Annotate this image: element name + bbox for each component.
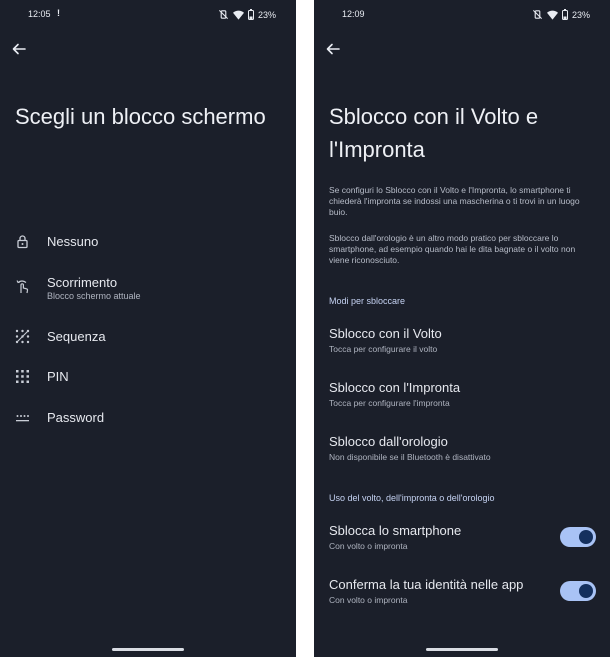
screen-lock-chooser: 12:05 ! 23% Scegli un blocco schermo Nes… <box>0 0 296 657</box>
battery-icon <box>247 9 254 20</box>
face-unlock-label: Sblocco con il Volto <box>329 326 442 341</box>
unlock-phone-subtitle: Con volto o impronta <box>329 541 408 551</box>
notification-icon: ! <box>57 8 60 18</box>
battery-percent: 23% <box>257 9 276 20</box>
option-pin[interactable]: PIN <box>0 363 296 391</box>
gesture-nav-bar[interactable] <box>426 648 498 651</box>
option-pattern[interactable]: Sequenza <box>0 323 296 351</box>
swipe-icon <box>16 280 29 294</box>
gesture-nav-bar[interactable] <box>112 648 184 651</box>
option-none[interactable]: Nessuno <box>0 228 296 256</box>
option-pattern-label: Sequenza <box>47 329 106 344</box>
lock-icon <box>17 235 28 249</box>
toggle-knob <box>579 584 593 598</box>
option-pin-label: PIN <box>47 369 69 384</box>
option-password-label: Password <box>47 410 105 425</box>
watch-unlock-paragraph: Sblocco dall'orologio è un altro modo pr… <box>329 233 576 265</box>
wifi-icon <box>232 10 244 20</box>
status-time: 12:05 <box>28 9 51 19</box>
fingerprint-unlock-label: Sblocco con l'Impronta <box>329 380 461 395</box>
unlock-phone-toggle[interactable] <box>560 527 596 547</box>
face-fingerprint-unlock-screen: 12:09 23% Sblocco con il Volto e l'Impro… <box>314 0 610 657</box>
status-bar: 12:05 ! 23% <box>0 8 296 23</box>
section-usage: Uso del volto, dell'impronta o dell'orol… <box>329 493 495 503</box>
option-password[interactable]: Password <box>0 404 296 432</box>
wifi-icon <box>546 10 558 20</box>
confirm-identity-subtitle: Con volto o impronta <box>329 595 408 605</box>
back-arrow-icon[interactable] <box>10 40 28 58</box>
confirm-identity-toggle[interactable] <box>560 581 596 601</box>
battery-icon <box>561 9 568 20</box>
page-title: Scegli un blocco schermo <box>15 104 266 129</box>
confirm-identity-item[interactable]: Conferma la tua identità nelle app Con v… <box>314 577 610 615</box>
section-unlock-methods: Modi per sbloccare <box>329 296 406 306</box>
password-icon <box>16 415 29 422</box>
back-arrow-icon[interactable] <box>324 40 342 58</box>
battery-percent: 23% <box>571 9 590 20</box>
watch-unlock-label: Sblocco dall'orologio <box>329 434 448 449</box>
unlock-phone-item[interactable]: Sblocca lo smartphone Con volto o impron… <box>314 523 610 561</box>
pin-icon <box>16 370 29 383</box>
face-unlock-item[interactable]: Sblocco con il Volto Tocca per configura… <box>314 326 610 364</box>
option-swipe-subtitle: Blocco schermo attuale <box>47 291 141 301</box>
status-time: 12:09 <box>342 9 365 19</box>
page-title: Sblocco con il Volto e l'Impronta <box>329 104 539 162</box>
watch-unlock-subtitle: Non disponibile se il Bluetooth è disatt… <box>329 452 491 462</box>
option-none-label: Nessuno <box>47 234 99 249</box>
fingerprint-unlock-subtitle: Tocca per configurare l'impronta <box>329 398 450 408</box>
watch-unlock-item[interactable]: Sblocco dall'orologio Non disponibile se… <box>314 434 610 472</box>
status-bar: 12:09 23% <box>314 9 610 23</box>
intro-paragraph: Se configuri lo Sblocco con il Volto e l… <box>329 185 580 217</box>
unlock-phone-label: Sblocca lo smartphone <box>329 523 462 538</box>
option-swipe[interactable]: Scorrimento Blocco schermo attuale <box>0 269 296 307</box>
vibrate-off-icon <box>218 9 228 20</box>
face-unlock-subtitle: Tocca per configurare il volto <box>329 344 438 354</box>
vibrate-off-icon <box>532 9 542 20</box>
pattern-icon <box>15 329 30 344</box>
confirm-identity-label: Conferma la tua identità nelle app <box>329 577 524 592</box>
option-swipe-label: Scorrimento <box>47 275 118 290</box>
fingerprint-unlock-item[interactable]: Sblocco con l'Impronta Tocca per configu… <box>314 380 610 418</box>
toggle-knob <box>579 530 593 544</box>
